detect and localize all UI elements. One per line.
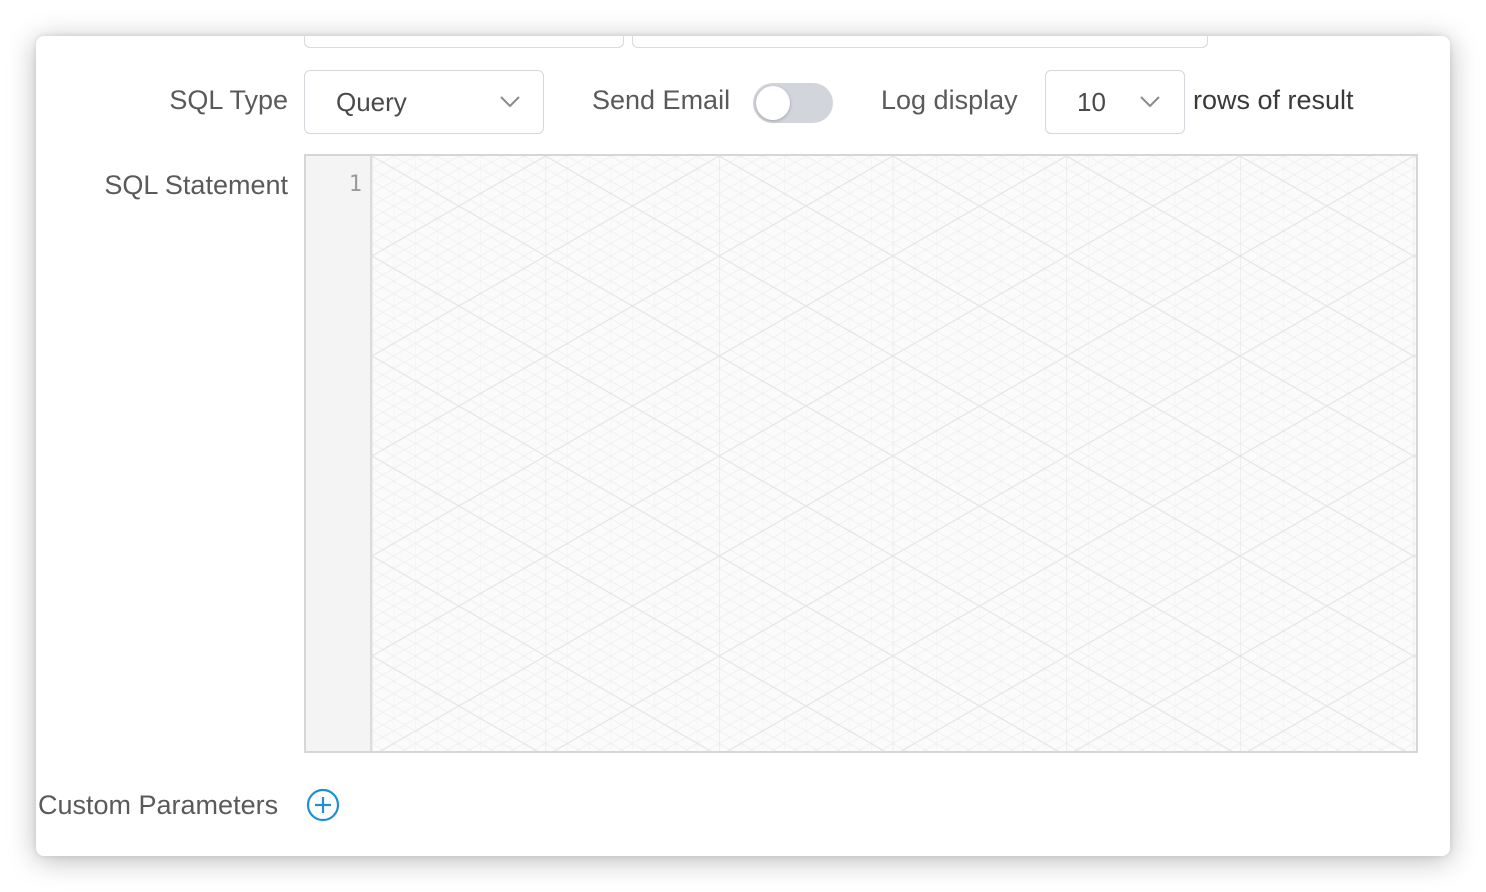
- editor-background-pattern: [372, 156, 1416, 751]
- plus-circle-icon[interactable]: [306, 788, 340, 822]
- send-email-toggle[interactable]: [753, 83, 833, 123]
- clipped-input-field-wide[interactable]: [632, 36, 1208, 48]
- sql-type-label: SQL Type: [169, 85, 288, 115]
- line-number: 1: [348, 172, 362, 197]
- sql-type-select[interactable]: Query: [304, 70, 544, 134]
- chevron-down-icon: [500, 96, 520, 108]
- log-display-selected-value: 10: [1077, 86, 1106, 117]
- editor-gutter: 1: [306, 156, 372, 751]
- sql-task-form-panel: SQL Type Query Send Email Log display 10…: [36, 36, 1450, 856]
- sql-statement-editor[interactable]: 1: [304, 154, 1418, 753]
- log-display-suffix: rows of result: [1193, 85, 1354, 115]
- sql-statement-label: SQL Statement: [104, 170, 288, 200]
- toggle-knob: [756, 86, 790, 120]
- clipped-input-field[interactable]: [304, 36, 624, 48]
- page: SQL Type Query Send Email Log display 10…: [0, 0, 1486, 892]
- send-email-label: Send Email: [592, 85, 731, 115]
- editor-code-area[interactable]: [372, 156, 1416, 751]
- log-display-label: Log display: [881, 85, 1018, 115]
- chevron-down-icon: [1140, 96, 1160, 108]
- log-display-rows-select[interactable]: 10: [1045, 70, 1185, 134]
- sql-type-selected-value: Query: [336, 86, 407, 117]
- custom-parameters-label: Custom Parameters: [38, 790, 279, 820]
